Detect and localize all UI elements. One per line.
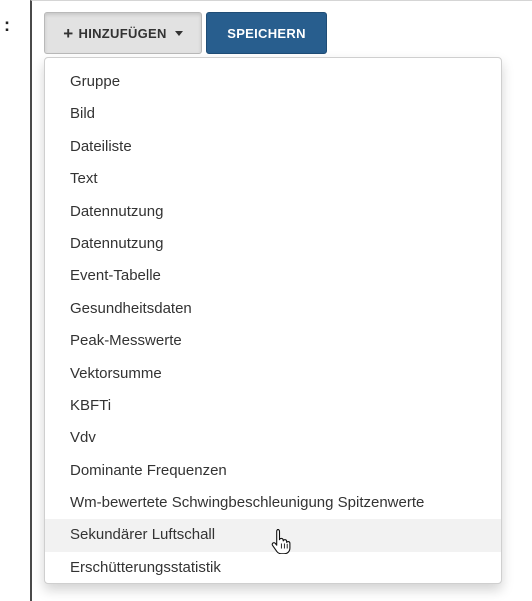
menu-item-datennutzung-1[interactable]: Datennutzung [45,196,501,228]
menu-item-peak-messwerte[interactable]: Peak-Messwerte [45,325,501,357]
add-dropdown-button[interactable]: + HINZUFÜGEN [44,12,202,54]
menu-item-vdv[interactable]: Vdv [45,422,501,454]
add-dropdown-menu: Gruppe Bild Dateiliste Text Datennutzung… [44,57,502,584]
edge-mark: : [4,15,10,35]
menu-item-kbfti[interactable]: KBFTi [45,390,501,422]
menu-item-dominante-frequenzen[interactable]: Dominante Frequenzen [45,455,501,487]
menu-item-wm-bewertete-spitzenwerte[interactable]: Wm-bewertete Schwingbeschleunigung Spitz… [45,487,501,519]
menu-item-vektorsumme[interactable]: Vektorsumme [45,358,501,390]
add-button-label: HINZUFÜGEN [78,25,167,41]
menu-item-event-tabelle[interactable]: Event-Tabelle [45,260,501,292]
menu-item-bild[interactable]: Bild [45,98,501,130]
save-button[interactable]: SPEICHERN [206,12,327,54]
hand-pointer-icon [271,528,291,554]
chevron-down-icon [174,30,183,36]
menu-item-text[interactable]: Text [45,163,501,195]
menu-item-gesundheitsdaten[interactable]: Gesundheitsdaten [45,293,501,325]
menu-item-datennutzung-2[interactable]: Datennutzung [45,228,501,260]
menu-item-gruppe[interactable]: Gruppe [45,66,501,98]
menu-item-dateiliste[interactable]: Dateiliste [45,131,501,163]
plus-icon: + [63,23,74,43]
menu-item-erschuetterungsstatistik[interactable]: Erschütterungsstatistik [45,552,501,584]
